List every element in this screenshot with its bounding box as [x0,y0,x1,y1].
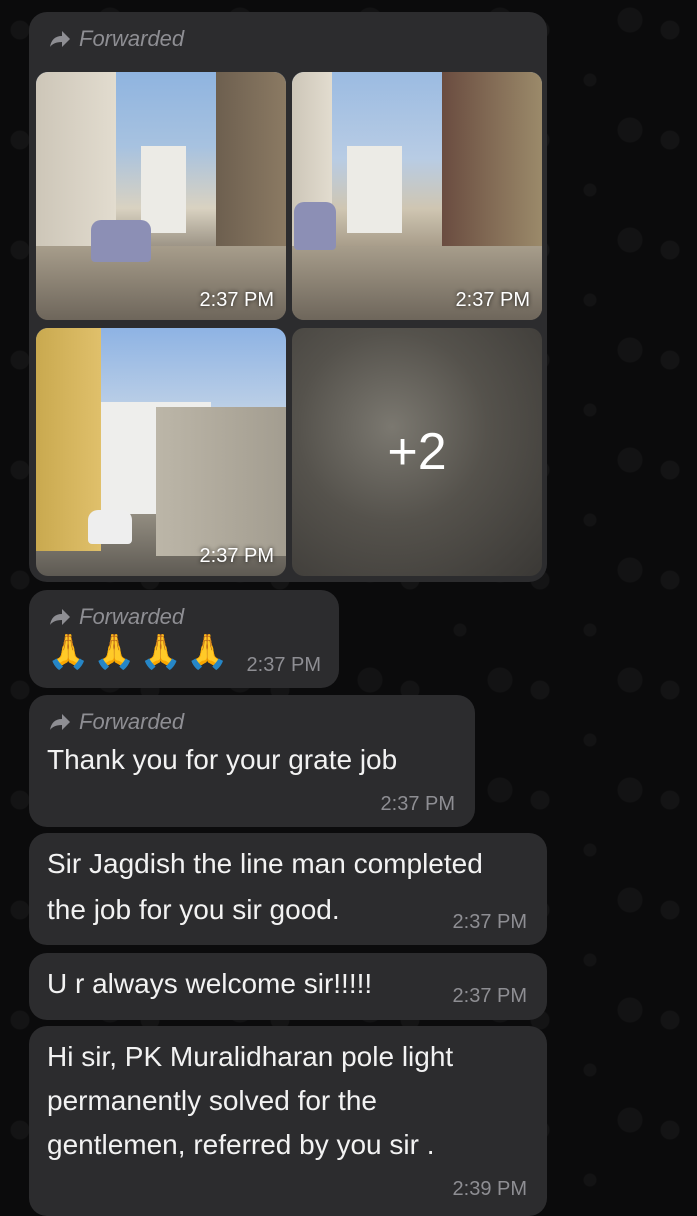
message-text-line: the job for you sir good. [47,894,340,925]
photo-wall [156,407,286,557]
message-text-line: permanently solved for the [47,1085,377,1116]
photo-car [294,202,336,250]
photo-building [141,146,186,234]
message-text-line: Hi sir, PK Muralidharan pole light [47,1041,454,1072]
message-bubble[interactable]: Sir Jagdish the line man completed the j… [29,833,547,945]
more-photos-count: +2 [387,423,447,481]
message-time: 2:39 PM [452,1178,527,1200]
photo-timestamp: 2:37 PM [455,289,530,311]
photo-thumbnail[interactable]: 2:37 PM [36,328,286,576]
photo-thumbnail[interactable]: 2:37 PM [292,72,542,320]
photo-thumbnail[interactable]: 2:37 PM [36,72,286,320]
message-bubble[interactable]: Forwarded Thank you for your grate job 2… [29,695,475,827]
forward-arrow-icon [50,714,70,730]
message-time: 2:37 PM [246,654,321,676]
forwarded-indicator: Forwarded [49,604,184,630]
message-text-line: Sir Jagdish the line man completed [47,848,483,879]
forwarded-label: Forwarded [79,709,185,734]
message-bubble[interactable]: Forwarded 🙏🙏🙏🙏 2:37 PM [29,590,339,688]
forwarded-indicator: Forwarded [49,709,184,735]
photo-timestamp: 2:37 PM [199,545,274,567]
more-photos-thumbnail[interactable]: +2 [292,328,542,576]
photo-building [347,146,402,234]
message-bubble[interactable]: U r always welcome sir!!!!! 2:37 PM [29,953,547,1020]
message-text: 🙏🙏🙏🙏 [47,633,233,671]
forwarded-indicator: Forwarded [49,26,184,52]
photo-car [88,510,132,544]
message-text: Thank you for your grate job [47,744,398,775]
forwarded-label: Forwarded [79,604,185,629]
forward-arrow-icon [50,31,70,47]
forwarded-label: Forwarded [79,26,185,51]
forward-arrow-icon [50,609,70,625]
media-message-bubble[interactable]: Forwarded 2:37 PM 2:37 PM 2:37 PM +2 [29,12,547,582]
message-text: U r always welcome sir!!!!! [47,968,373,999]
message-time: 2:37 PM [380,793,455,815]
message-time: 2:37 PM [452,985,527,1007]
message-text-line: gentlemen, referred by you sir . [47,1129,435,1160]
message-bubble[interactable]: Hi sir, PK Muralidharan pole light perma… [29,1026,547,1216]
photo-car [91,220,151,262]
message-time: 2:37 PM [452,911,527,933]
photo-timestamp: 2:37 PM [199,289,274,311]
